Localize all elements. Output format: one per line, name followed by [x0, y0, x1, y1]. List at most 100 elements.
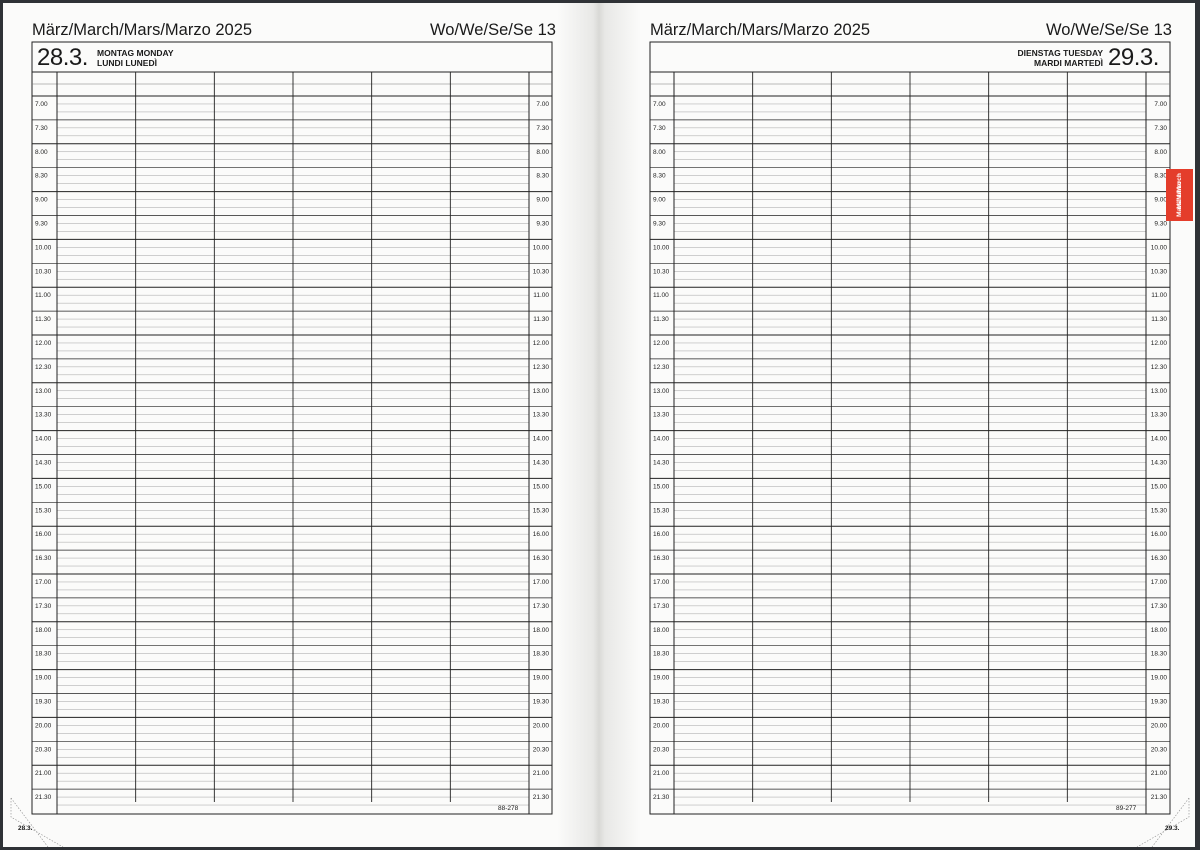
time-label: 12.00 [533, 340, 550, 347]
time-label: 16.00 [653, 531, 670, 538]
time-label: 20.30 [533, 746, 550, 753]
grid-frame [31, 41, 553, 815]
time-label: 21.00 [533, 770, 550, 777]
time-label: 10.30 [35, 268, 52, 275]
time-label: 13.30 [533, 412, 550, 419]
time-label: 15.00 [1151, 483, 1168, 490]
time-label: 18.00 [35, 627, 52, 634]
time-label: 11.30 [653, 316, 669, 323]
time-label: 13.30 [35, 412, 52, 419]
time-label: 21.30 [1151, 794, 1168, 801]
time-label: 11.30 [1151, 316, 1167, 323]
time-label: 9.00 [35, 197, 48, 204]
time-label: 18.00 [653, 627, 670, 634]
time-label: 19.30 [533, 699, 550, 706]
time-label: 15.00 [533, 483, 550, 490]
time-label: 10.30 [653, 268, 670, 275]
time-label: 21.00 [35, 770, 52, 777]
time-label: 9.00 [653, 197, 666, 204]
time-label: 16.30 [533, 555, 550, 562]
time-label: 14.30 [35, 460, 52, 467]
time-label: 17.30 [533, 603, 550, 610]
time-label: 10.30 [1151, 268, 1168, 275]
time-label: 14.00 [533, 436, 550, 443]
time-label: 8.00 [1154, 149, 1167, 156]
time-label: 19.00 [35, 675, 52, 682]
time-label: 9.30 [35, 221, 48, 228]
left-footer-code: 88-278 [498, 805, 519, 812]
time-label: 15.00 [35, 483, 52, 490]
time-label: 20.30 [653, 746, 670, 753]
time-label: 13.30 [653, 412, 670, 419]
time-label: 19.00 [1151, 675, 1168, 682]
time-label: 13.00 [35, 388, 52, 395]
time-label: 15.30 [1151, 507, 1168, 514]
time-label: 16.00 [1151, 531, 1168, 538]
time-label: 17.30 [1151, 603, 1168, 610]
time-label: 20.00 [533, 722, 550, 729]
time-label: 13.00 [533, 388, 550, 395]
time-label: 12.00 [1151, 340, 1168, 347]
time-label: 21.00 [653, 770, 670, 777]
month-tab[interactable]: März/March Mars/Marzo [1166, 169, 1193, 221]
time-label: 21.00 [1151, 770, 1168, 777]
time-label: 7.00 [653, 101, 666, 108]
time-label: 15.30 [35, 507, 52, 514]
time-label: 14.30 [1151, 460, 1168, 467]
time-label: 13.30 [1151, 412, 1168, 419]
time-label: 19.30 [1151, 699, 1168, 706]
time-label: 7.30 [536, 125, 549, 132]
time-label: 12.30 [35, 364, 52, 371]
corner-fold [1136, 797, 1190, 847]
time-label: 12.30 [533, 364, 550, 371]
time-label: 8.30 [653, 173, 666, 180]
time-label: 15.30 [653, 507, 670, 514]
time-label: 13.00 [1151, 388, 1168, 395]
time-label: 18.30 [1151, 651, 1168, 658]
time-label: 20.00 [1151, 722, 1168, 729]
time-label: 7.00 [1154, 101, 1167, 108]
left-schedule-grid: 7.00 7.00 7.30 7.30 8.00 8.00 8.30 8.30 9.00 9.00… [10, 41, 553, 847]
time-label: 10.00 [1151, 244, 1168, 251]
time-label: 18.30 [653, 651, 670, 658]
time-label: 15.30 [533, 507, 550, 514]
time-label: 10.00 [533, 244, 550, 251]
time-label: 16.30 [653, 555, 670, 562]
time-label: 11.00 [653, 292, 669, 299]
time-label: 16.30 [1151, 555, 1168, 562]
time-label: 20.30 [1151, 746, 1168, 753]
time-label: 20.30 [35, 746, 52, 753]
time-label: 21.30 [653, 794, 670, 801]
time-label: 14.00 [1151, 436, 1168, 443]
time-label: 19.30 [653, 699, 670, 706]
time-label: 20.00 [653, 722, 670, 729]
time-label: 17.00 [653, 579, 670, 586]
left-page: März/March/Mars/Marzo 2025 Wo/We/Se/Se 1… [3, 3, 599, 847]
time-label: 21.30 [533, 794, 550, 801]
time-label: 9.30 [536, 221, 549, 228]
time-label: 14.00 [35, 436, 52, 443]
month-tab-line2: Mars/Marzo [1175, 181, 1183, 217]
time-label: 17.00 [533, 579, 550, 586]
time-label: 18.00 [1151, 627, 1168, 634]
left-corner-date: 28.3. [18, 825, 33, 832]
time-label: 8.00 [653, 149, 666, 156]
time-label: 20.00 [35, 722, 52, 729]
time-label: 14.30 [533, 460, 550, 467]
time-label: 11.00 [1151, 292, 1167, 299]
time-label: 17.30 [653, 603, 670, 610]
time-label: 14.00 [653, 436, 670, 443]
time-label: 18.00 [533, 627, 550, 634]
time-label: 12.30 [653, 364, 670, 371]
right-page: März/March/Mars/Marzo 2025 Wo/We/Se/Se 1… [599, 3, 1195, 847]
time-label: 19.00 [533, 675, 550, 682]
time-label: 16.00 [35, 531, 52, 538]
time-label: 15.00 [653, 483, 670, 490]
time-label: 8.00 [35, 149, 48, 156]
time-label: 21.30 [35, 794, 52, 801]
time-label: 9.00 [536, 197, 549, 204]
time-label: 11.00 [533, 292, 549, 299]
right-schedule-grid: 7.00 7.007.30 7.308.00 8.008.30 8.309.00 9.00… [649, 41, 1190, 847]
time-label: 7.00 [536, 101, 549, 108]
time-label: 17.30 [35, 603, 52, 610]
